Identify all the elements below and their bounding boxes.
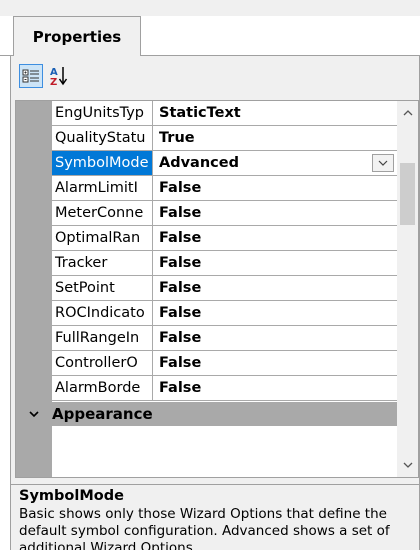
scrollbar-thumb[interactable] (400, 163, 415, 225)
property-value-text: Advanced (159, 155, 239, 171)
property-name: QualityStatu (52, 126, 153, 150)
property-row[interactable]: EngUnitsTyp StaticText (52, 101, 398, 126)
property-grid: EngUnitsTyp StaticText QualityStatu True… (15, 100, 419, 478)
property-name: SetPoint (52, 276, 153, 300)
chevron-down-icon (378, 160, 388, 166)
property-value-dropdown[interactable]: Advanced (153, 151, 398, 175)
tab-bar: Properties (0, 16, 420, 57)
property-name: Tracker (52, 251, 153, 275)
description-pane: SymbolMode Basic shows only those Wizard… (11, 484, 419, 550)
categorized-view-icon (22, 69, 39, 83)
property-value[interactable]: StaticText (153, 101, 398, 125)
properties-panel: A Z EngUnitsTyp StaticText QualityStatu … (10, 56, 420, 550)
category-row-appearance[interactable]: Appearance (16, 402, 398, 426)
collapse-chevron-icon[interactable] (16, 410, 52, 418)
property-value[interactable]: False (153, 351, 398, 375)
property-toolbar: A Z (11, 56, 419, 94)
categorized-button[interactable] (19, 64, 43, 88)
vertical-scrollbar[interactable] (397, 101, 418, 477)
property-name: ControllerO (52, 351, 153, 375)
property-row[interactable]: FullRangeIn False (52, 326, 398, 351)
property-value[interactable]: False (153, 226, 398, 250)
tab-properties[interactable]: Properties (13, 16, 141, 57)
property-row[interactable]: AlarmLimitI False (52, 176, 398, 201)
property-value[interactable]: False (153, 276, 398, 300)
alphabetical-button[interactable]: A Z (47, 64, 71, 88)
property-name: EngUnitsTyp (52, 101, 153, 125)
property-row[interactable]: OptimalRan False (52, 226, 398, 251)
help-description: Basic shows only those Wizard Options th… (19, 506, 390, 550)
property-row[interactable]: MeterConne False (52, 201, 398, 226)
property-value[interactable]: False (153, 201, 398, 225)
help-title: SymbolMode (19, 488, 124, 504)
scroll-up-arrow-icon[interactable] (397, 101, 418, 125)
property-rows: EngUnitsTyp StaticText QualityStatu True… (52, 101, 398, 401)
property-value[interactable]: False (153, 376, 398, 400)
svg-text:Z: Z (50, 77, 57, 87)
top-strip (0, 0, 420, 16)
property-value[interactable]: True (153, 126, 398, 150)
property-row[interactable]: QualityStatu True (52, 126, 398, 151)
alphabetical-sort-icon: A Z (50, 67, 68, 87)
property-row[interactable]: Tracker False (52, 251, 398, 276)
property-row[interactable]: SetPoint False (52, 276, 398, 301)
property-row[interactable]: ControllerO False (52, 351, 398, 376)
scroll-down-arrow-icon[interactable] (397, 453, 418, 477)
property-row[interactable]: ROCIndicato False (52, 301, 398, 326)
property-value[interactable]: False (153, 251, 398, 275)
property-value[interactable]: False (153, 301, 398, 325)
property-name: SymbolMode (52, 151, 153, 175)
property-value[interactable]: False (153, 176, 398, 200)
property-name: OptimalRan (52, 226, 153, 250)
property-name: AlarmLimitI (52, 176, 153, 200)
property-name: FullRangeIn (52, 326, 153, 350)
property-name: ROCIndicato (52, 301, 153, 325)
property-value[interactable]: False (153, 326, 398, 350)
dropdown-button[interactable] (372, 154, 394, 172)
property-row[interactable]: AlarmBorde False (52, 376, 398, 401)
property-row-selected[interactable]: SymbolMode Advanced (52, 151, 398, 176)
property-name: AlarmBorde (52, 376, 153, 400)
category-label: Appearance (52, 405, 153, 423)
property-name: MeterConne (52, 201, 153, 225)
